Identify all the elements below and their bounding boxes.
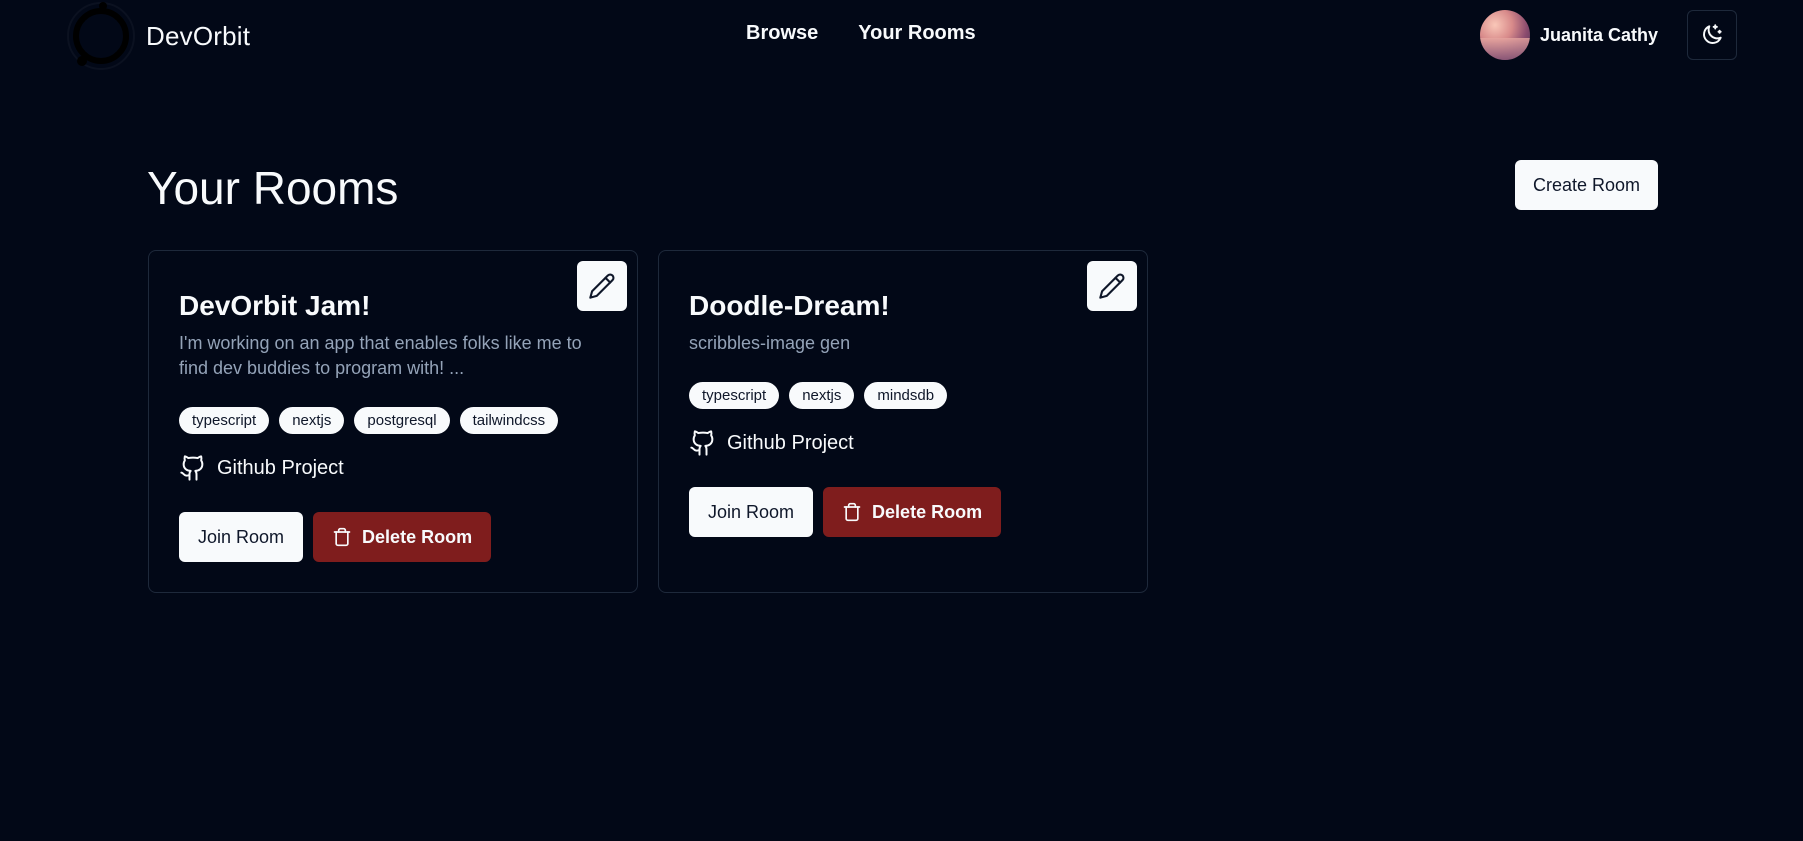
tag-badge[interactable]: postgresql (354, 407, 450, 434)
github-project-label: Github Project (727, 431, 854, 454)
theme-toggle-button[interactable] (1687, 10, 1737, 60)
room-card-body: DevOrbit Jam! I'm working on an app that… (179, 289, 607, 562)
orbit-logo-icon (67, 2, 135, 70)
trash-icon (843, 502, 861, 522)
tag-badge[interactable]: mindsdb (864, 382, 948, 409)
room-actions: Join Room Delete Room (689, 487, 1117, 537)
logo-link[interactable]: DevOrbit (66, 2, 250, 70)
page-title: Your Rooms (147, 162, 399, 214)
top-bar: DevOrbit Browse Your Rooms Juanita Cathy (0, 0, 1803, 72)
tag-list: typescript nextjs mindsdb (689, 382, 1117, 409)
github-project-label: Github Project (217, 456, 344, 479)
user-menu[interactable]: Juanita Cathy (1480, 10, 1658, 60)
tag-badge[interactable]: typescript (689, 382, 780, 409)
room-actions: Join Room Delete Room (179, 512, 607, 562)
brand-name: DevOrbit (146, 20, 251, 51)
delete-room-label: Delete Room (362, 526, 473, 547)
tag-badge[interactable]: tailwindcss (459, 407, 559, 434)
avatar (1480, 10, 1530, 60)
github-project-link[interactable]: Github Project (689, 429, 1117, 457)
user-name: Juanita Cathy (1540, 24, 1659, 45)
delete-room-label: Delete Room (872, 501, 983, 522)
create-room-button[interactable]: Create Room (1515, 160, 1658, 210)
room-description: I'm working on an app that enables folks… (179, 333, 582, 378)
github-icon (690, 430, 714, 456)
main-nav: Browse Your Rooms (746, 22, 976, 45)
github-icon (180, 455, 204, 481)
join-room-button[interactable]: Join Room (179, 512, 304, 562)
room-title: Doodle-Dream! (689, 290, 890, 321)
delete-room-button[interactable]: Delete Room (313, 512, 492, 562)
delete-room-button[interactable]: Delete Room (823, 487, 1002, 537)
moon-stars-icon (1703, 24, 1722, 44)
room-card: Doodle-Dream! scribbles-image gen typesc… (658, 250, 1148, 593)
tag-badge[interactable]: nextjs (279, 407, 345, 434)
trash-icon (333, 527, 351, 547)
room-title: DevOrbit Jam! (179, 290, 371, 321)
room-card-body: Doodle-Dream! scribbles-image gen typesc… (689, 289, 1117, 537)
join-room-button[interactable]: Join Room (689, 487, 814, 537)
github-project-link[interactable]: Github Project (179, 454, 607, 482)
nav-browse[interactable]: Browse (746, 22, 818, 45)
tag-list: typescript nextjs postgresql tailwindcss (179, 407, 607, 434)
room-description: scribbles-image gen (689, 333, 851, 353)
nav-your-rooms[interactable]: Your Rooms (858, 22, 975, 45)
room-card: DevOrbit Jam! I'm working on an app that… (148, 250, 638, 593)
tag-badge[interactable]: nextjs (789, 382, 855, 409)
tag-badge[interactable]: typescript (179, 407, 270, 434)
